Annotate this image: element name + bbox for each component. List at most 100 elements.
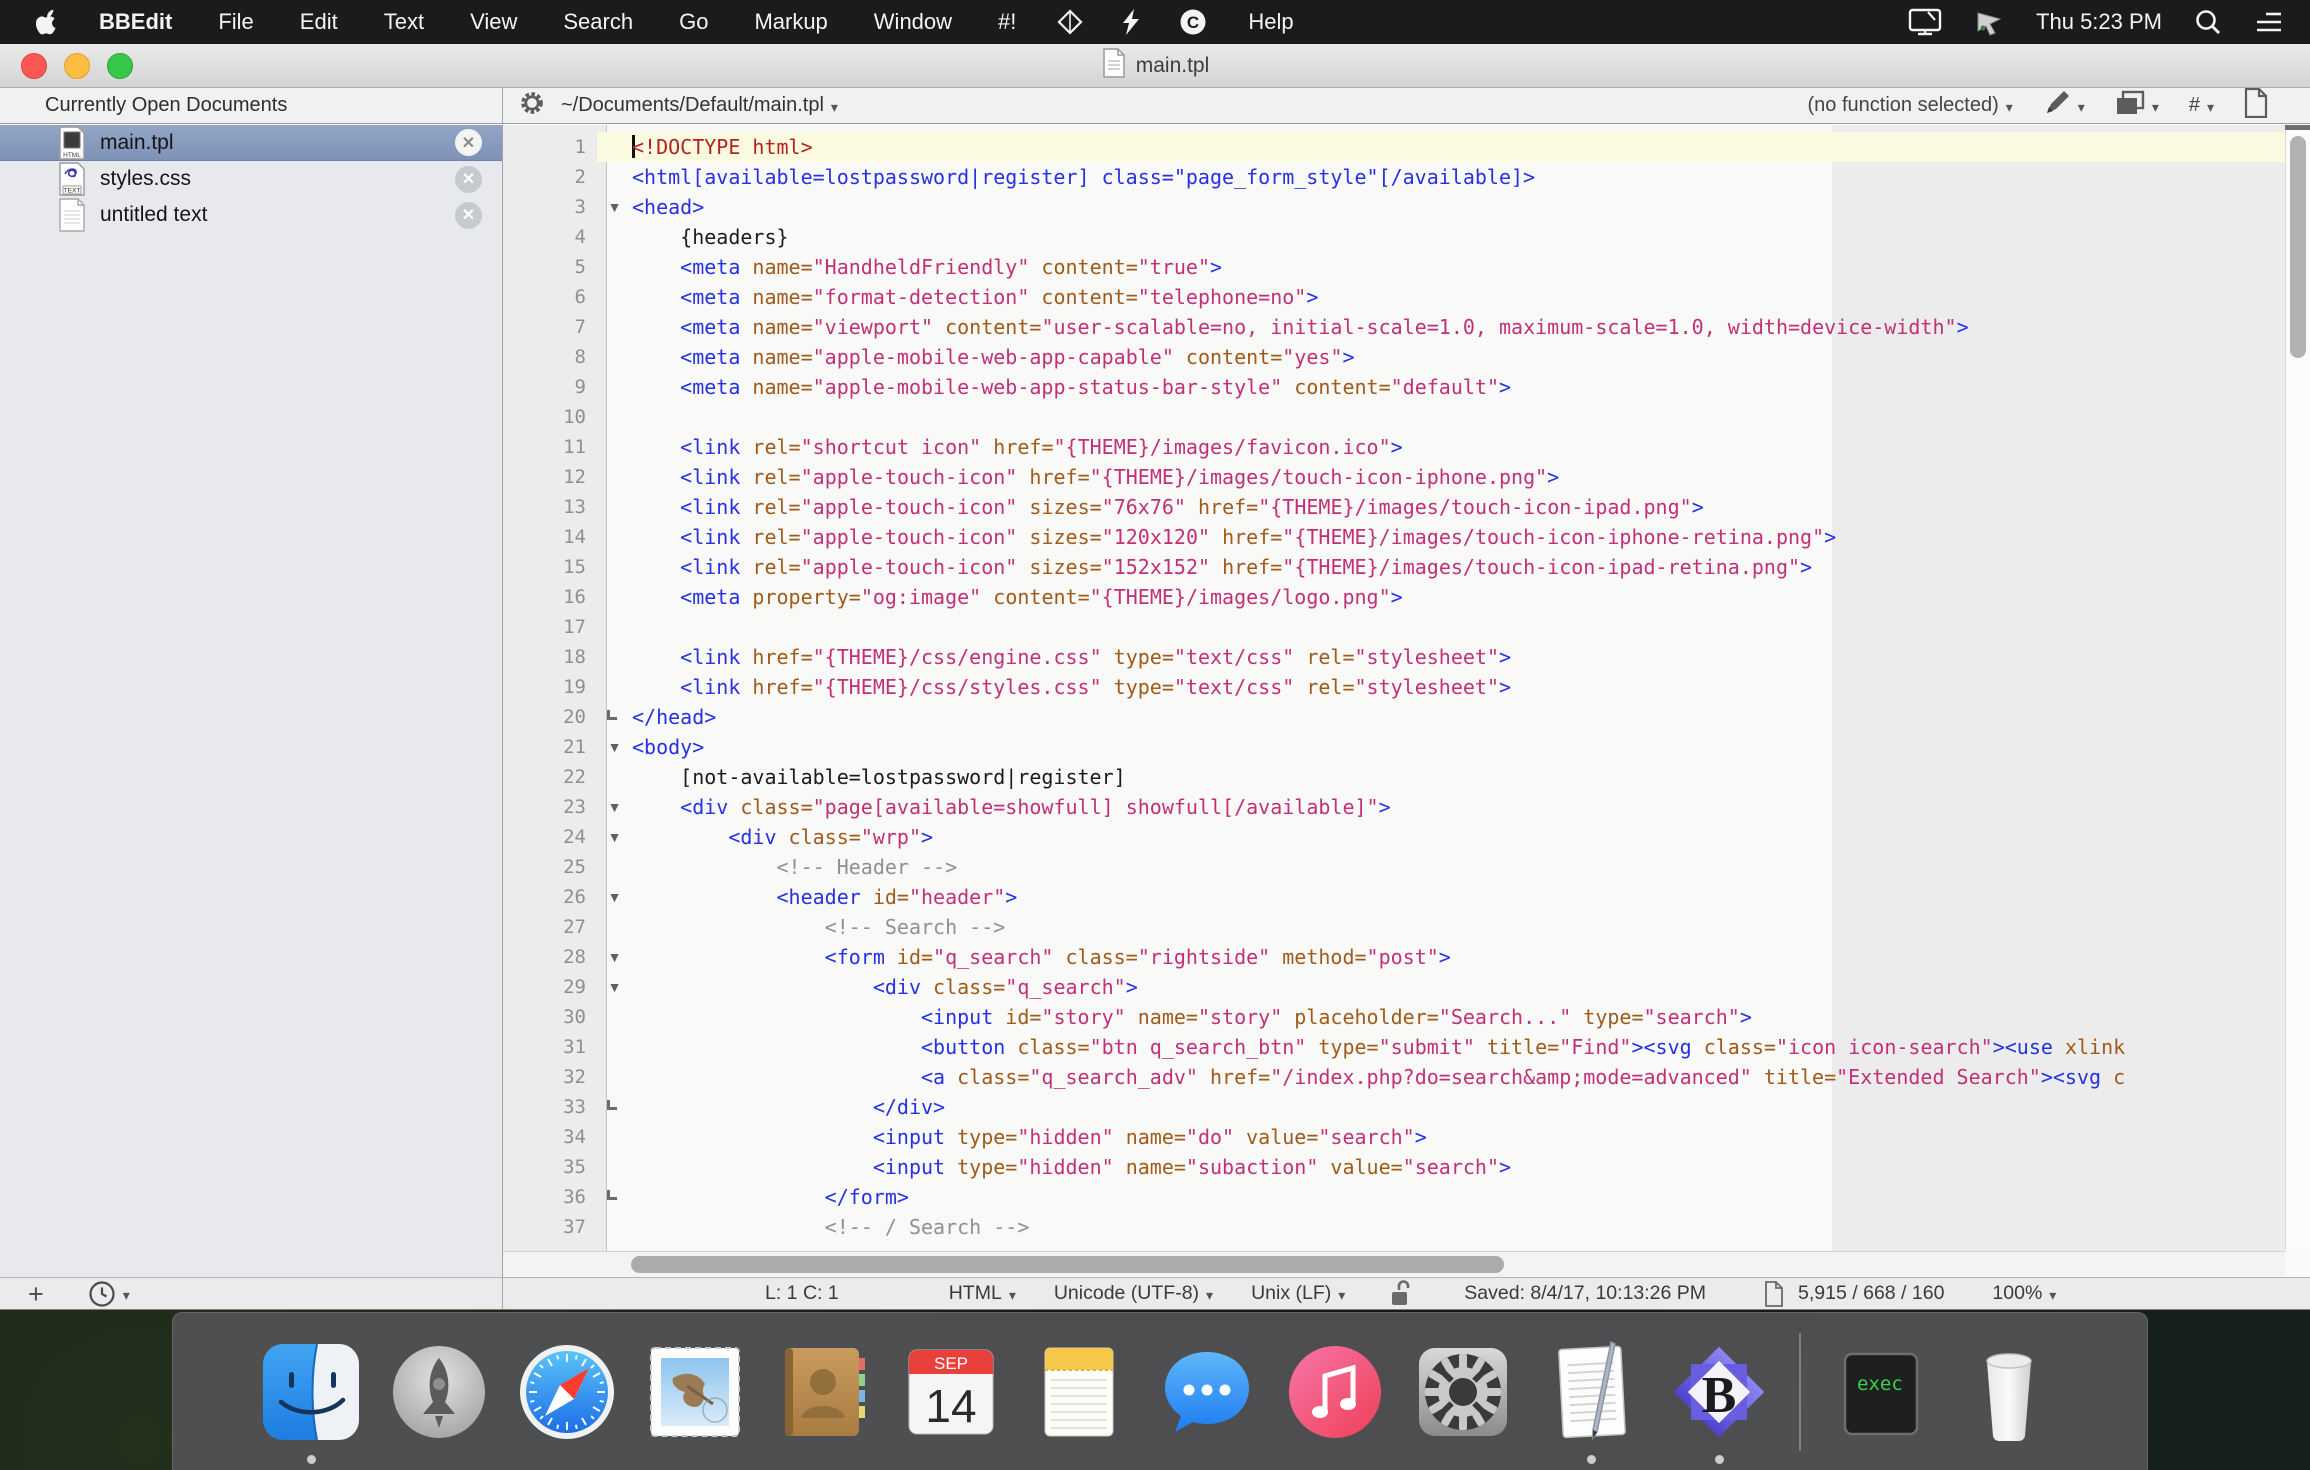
code-line-19[interactable]: 19 <link href="{THEME}/css/styles.css" t… <box>503 672 2285 702</box>
code-line-16[interactable]: 16 <meta property="og:image" content="{T… <box>503 582 2285 612</box>
code-line-25[interactable]: 25 <!-- Header --> <box>503 852 2285 882</box>
code-line-29[interactable]: 29▼ <div class="q_search"> <box>503 972 2285 1002</box>
code-line-11[interactable]: 11 <link rel="shortcut icon" href="{THEM… <box>503 432 2285 462</box>
recent-documents-clock-icon[interactable] <box>88 1280 116 1308</box>
textedit-icon[interactable] <box>1527 1331 1655 1453</box>
add-document-button[interactable]: + <box>28 1279 44 1309</box>
code-editor[interactable]: 1<!DOCTYPE html>2<html[available=lostpas… <box>503 125 2310 1277</box>
spotlight-search-icon[interactable] <box>2178 8 2238 36</box>
code-line-35[interactable]: 35 <input type="hidden" name="subaction"… <box>503 1152 2285 1182</box>
function-selector[interactable]: (no function selected) ▾ <box>1808 94 2013 117</box>
remote-pointer-icon[interactable] <box>1958 7 2020 37</box>
horizontal-scrollbar[interactable] <box>503 1251 2285 1277</box>
gear-icon[interactable] <box>519 90 545 122</box>
bbedit-icon[interactable]: B <box>1655 1331 1783 1453</box>
trash-icon[interactable] <box>1945 1331 2073 1453</box>
close-document-icon[interactable]: ✕ <box>455 202 482 229</box>
fold-collapse-icon[interactable]: ▼ <box>597 942 632 972</box>
mail-icon[interactable] <box>631 1331 759 1453</box>
system-preferences-icon[interactable] <box>1399 1331 1527 1453</box>
file-path[interactable]: ~/Documents/Default/main.tpl <box>561 94 824 117</box>
code-line-12[interactable]: 12 <link rel="apple-touch-icon" href="{T… <box>503 462 2285 492</box>
code-line-8[interactable]: 8 <meta name="apple-mobile-web-app-capab… <box>503 342 2285 372</box>
code-line-26[interactable]: 26▼ <header id="header"> <box>503 882 2285 912</box>
menu-item--[interactable]: #! <box>975 0 1039 44</box>
notification-center-icon[interactable] <box>2238 9 2300 35</box>
code-line-30[interactable]: 30 <input id="story" name="story" placeh… <box>503 1002 2285 1032</box>
code-line-34[interactable]: 34 <input type="hidden" name="do" value=… <box>503 1122 2285 1152</box>
menu-item-thu-5-23-pm[interactable]: Thu 5:23 PM <box>2020 0 2178 44</box>
itunes-icon[interactable] <box>1271 1331 1399 1453</box>
code-line-15[interactable]: 15 <link rel="apple-touch-icon" sizes="1… <box>503 552 2285 582</box>
code-line-18[interactable]: 18 <link href="{THEME}/css/engine.css" t… <box>503 642 2285 672</box>
fold-end-icon[interactable] <box>597 1182 632 1212</box>
menu-item-search[interactable]: Search <box>540 0 656 44</box>
clock-dropdown-caret[interactable]: ▾ <box>123 1287 130 1304</box>
code-line-6[interactable]: 6 <meta name="format-detection" content=… <box>503 282 2285 312</box>
calendar-icon[interactable]: SEP14 <box>887 1331 1015 1453</box>
code-line-13[interactable]: 13 <link rel="apple-touch-icon" sizes="7… <box>503 492 2285 522</box>
code-line-3[interactable]: 3▼<head> <box>503 192 2285 222</box>
fold-collapse-icon[interactable]: ▼ <box>597 822 632 852</box>
launchpad-icon[interactable] <box>375 1331 503 1453</box>
menu-item-markup[interactable]: Markup <box>731 0 850 44</box>
safari-icon[interactable] <box>503 1331 631 1453</box>
fold-collapse-icon[interactable]: ▼ <box>597 882 632 912</box>
code-line-4[interactable]: 4 {headers} <box>503 222 2285 252</box>
code-line-23[interactable]: 23▼ <div class="page[available=showfull]… <box>503 792 2285 822</box>
code-line-10[interactable]: 10 <box>503 402 2285 432</box>
display-mirroring-icon[interactable] <box>1892 8 1958 36</box>
new-document-icon[interactable] <box>2244 88 2268 124</box>
menu-item-text[interactable]: Text <box>361 0 447 44</box>
code-line-7[interactable]: 7 <meta name="viewport" content="user-sc… <box>503 312 2285 342</box>
line-ending-menu[interactable]: Unix (LF)▾ <box>1251 1282 1345 1305</box>
notes-icon[interactable] <box>1015 1331 1143 1453</box>
contacts-icon[interactable] <box>759 1331 887 1453</box>
fold-collapse-icon[interactable]: ▼ <box>597 192 632 222</box>
fold-collapse-icon[interactable]: ▼ <box>597 792 632 822</box>
menu-item-edit[interactable]: Edit <box>277 0 361 44</box>
code-line-20[interactable]: 20</head> <box>503 702 2285 732</box>
code-line-27[interactable]: 27 <!-- Search --> <box>503 912 2285 942</box>
code-line-31[interactable]: 31 <button class="btn q_search_btn" type… <box>503 1032 2285 1062</box>
markers-menu[interactable]: ▾ <box>2043 89 2085 123</box>
path-dropdown-caret[interactable]: ▾ <box>831 99 838 116</box>
unlocked-icon[interactable] <box>1390 1280 1412 1308</box>
code-line-17[interactable]: 17 <box>503 612 2285 642</box>
fold-collapse-icon[interactable]: ▼ <box>597 972 632 1002</box>
vertical-scrollbar-thumb[interactable] <box>2290 136 2306 358</box>
code-line-14[interactable]: 14 <link rel="apple-touch-icon" sizes="1… <box>503 522 2285 552</box>
script-icon[interactable] <box>1101 8 1161 36</box>
zoom-menu[interactable]: 100%▾ <box>1992 1282 2056 1305</box>
sidebar-document-styles-css[interactable]: TEXTstyles.css✕ <box>0 161 502 197</box>
menu-item-window[interactable]: Window <box>851 0 975 44</box>
menu-item-view[interactable]: View <box>447 0 540 44</box>
code-line-1[interactable]: 1<!DOCTYPE html> <box>503 132 2285 162</box>
code-line-5[interactable]: 5 <meta name="HandheldFriendly" content=… <box>503 252 2285 282</box>
line-number-menu[interactable]: # ▾ <box>2189 94 2214 117</box>
code-line-32[interactable]: 32 <a class="q_search_adv" href="/index.… <box>503 1062 2285 1092</box>
code-line-22[interactable]: 22 [not-available=lostpassword|register] <box>503 762 2285 792</box>
language-menu[interactable]: HTML▾ <box>949 1282 1016 1305</box>
counterparts-menu[interactable]: ▾ <box>2115 90 2159 122</box>
menu-item-go[interactable]: Go <box>656 0 731 44</box>
code-line-21[interactable]: 21▼<body> <box>503 732 2285 762</box>
code-line-33[interactable]: 33 </div> <box>503 1092 2285 1122</box>
finder-icon[interactable] <box>247 1331 375 1453</box>
messages-icon[interactable] <box>1143 1331 1271 1453</box>
horizontal-scrollbar-thumb[interactable] <box>631 1256 1504 1273</box>
menu-item-bbedit[interactable]: BBEdit <box>76 0 195 44</box>
c-circle-icon[interactable]: C <box>1161 8 1225 36</box>
code-line-36[interactable]: 36 </form> <box>503 1182 2285 1212</box>
menu-item-help[interactable]: Help <box>1225 0 1316 44</box>
sidebar-document-main-tpl[interactable]: HTMLmain.tpl✕ <box>0 125 502 161</box>
sidebar-document-untitled-text[interactable]: untitled text✕ <box>0 197 502 233</box>
fold-end-icon[interactable] <box>597 1092 632 1122</box>
close-document-icon[interactable]: ✕ <box>455 129 482 156</box>
exec-terminal-icon[interactable]: exec <box>1817 1331 1945 1453</box>
apple-icon[interactable] <box>14 7 76 37</box>
vertical-scrollbar[interactable] <box>2285 130 2310 1251</box>
menu-item-file[interactable]: File <box>195 0 276 44</box>
code-line-28[interactable]: 28▼ <form id="q_search" class="rightside… <box>503 942 2285 972</box>
fold-collapse-icon[interactable]: ▼ <box>597 732 632 762</box>
